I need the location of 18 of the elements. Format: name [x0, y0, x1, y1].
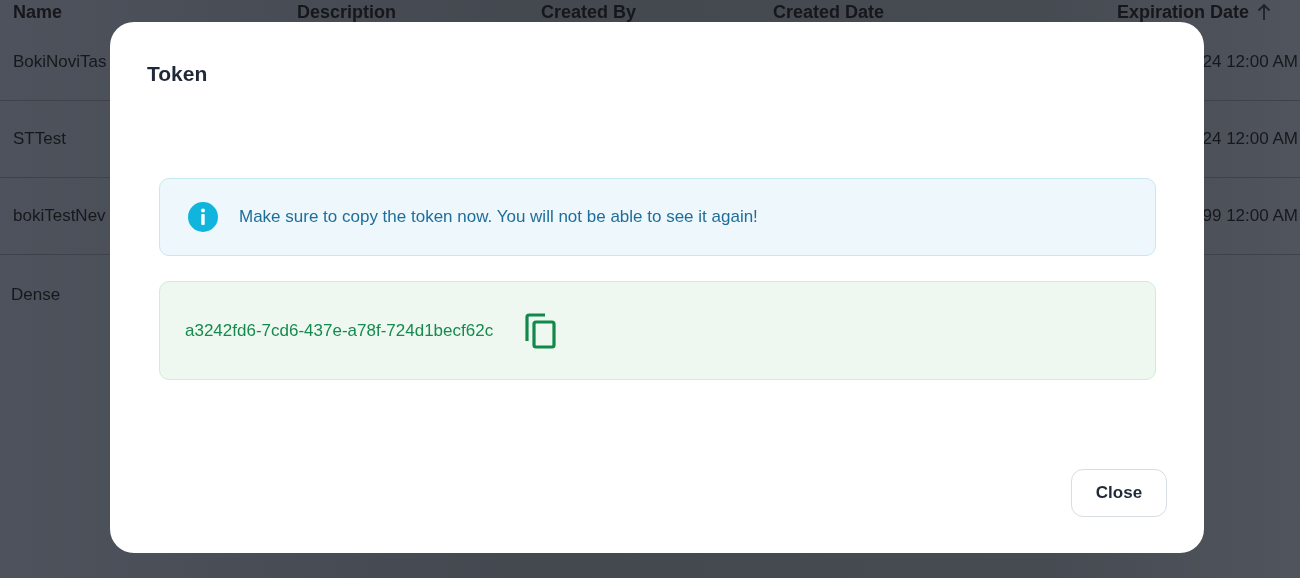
- table-cell: STTest: [13, 129, 66, 149]
- table-cell: 24 12:00 AM: [1202, 52, 1298, 72]
- table-cell: BokiNoviTas: [13, 52, 107, 72]
- table-cell: 99 12:00 AM: [1202, 206, 1298, 226]
- table-cell: bokiTestNev: [13, 206, 106, 226]
- column-header[interactable]: Description: [297, 1, 397, 23]
- column-header[interactable]: Expiration Date: [1117, 1, 1250, 23]
- table-cell: 24 12:00 AM: [1202, 129, 1298, 149]
- column-header[interactable]: Created Date: [773, 1, 885, 23]
- column-header[interactable]: Name: [13, 1, 63, 23]
- sort-arrow-icon[interactable]: [1257, 3, 1272, 21]
- token-value: a3242fd6-7cd6-437e-a78f-724d1becf62c: [185, 320, 494, 341]
- close-button[interactable]: Close: [1071, 469, 1167, 517]
- alert-message: Make sure to copy the token now. You will not be able to see it again!: [239, 207, 758, 227]
- dense-label: Dense: [11, 285, 61, 304]
- dialog-title: Token: [147, 62, 209, 86]
- info-icon: [187, 201, 219, 233]
- copy-icon[interactable]: [525, 312, 558, 349]
